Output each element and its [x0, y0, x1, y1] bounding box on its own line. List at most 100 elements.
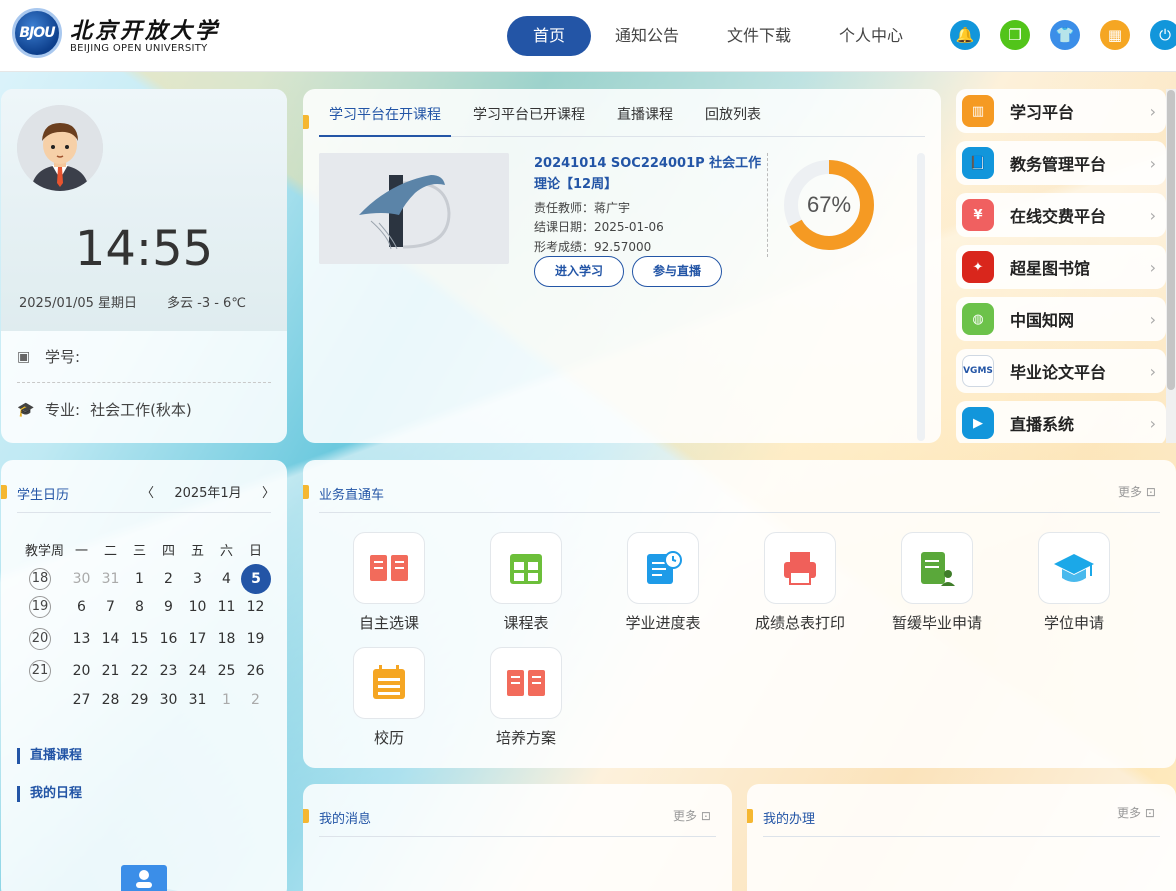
business-more-link[interactable]: 更多 ⊡: [1118, 483, 1156, 500]
calendar-day[interactable]: 16: [154, 631, 183, 647]
calendar-day[interactable]: 19: [241, 631, 270, 647]
id-card-icon: ▣: [17, 348, 31, 365]
service-tile[interactable]: 学业进度表: [603, 532, 723, 633]
calendar-day[interactable]: 30: [67, 571, 96, 587]
service-tile[interactable]: 暂缓毕业申请: [877, 532, 997, 633]
major-value: 社会工作(秋本): [90, 401, 192, 419]
calendar-day[interactable]: 13: [67, 631, 96, 647]
calendar-day[interactable]: 20: [67, 663, 96, 679]
platform-label: 超星图书馆: [1010, 259, 1091, 278]
teaching-week-number: 21: [29, 660, 51, 682]
calendar-month: 2025年1月: [174, 486, 242, 501]
enter-study-button[interactable]: 进入学习: [534, 256, 624, 287]
calendar-day[interactable]: 7: [96, 599, 125, 615]
calendar-day[interactable]: 6: [67, 599, 96, 615]
course-teacher: 责任教师：蒋广宇: [534, 201, 631, 215]
tab-opened-courses[interactable]: 学习平台已开课程: [463, 103, 595, 137]
calendar-weekday-header: 教学周: [25, 544, 65, 559]
service-tile[interactable]: 校历: [329, 647, 449, 748]
calendar-day[interactable]: 9: [154, 599, 183, 615]
calendar-day[interactable]: 28: [96, 692, 125, 708]
chaoxing-icon: ✦: [962, 251, 994, 283]
prev-month-icon[interactable]: 〈: [141, 482, 154, 501]
calendar-day[interactable]: 27: [67, 692, 96, 708]
calendar-day[interactable]: 10: [183, 599, 212, 615]
service-tile[interactable]: 课程表: [466, 532, 586, 633]
calendar-day[interactable]: 30: [154, 692, 183, 708]
calendar-day[interactable]: 3: [183, 571, 212, 587]
platform-item[interactable]: ◍ 中国知网 ›: [956, 297, 1166, 341]
teaching-week-number: 20: [29, 628, 51, 650]
tab-open-courses[interactable]: 学习平台在开课程: [319, 103, 451, 137]
nav-downloads[interactable]: 文件下载: [703, 16, 815, 56]
course-score: 形考成绩：92.57000: [534, 240, 652, 254]
nav-personal-center[interactable]: 个人中心: [815, 16, 927, 56]
calendar-day[interactable]: 1: [125, 571, 154, 587]
platform-scrollbar-thumb[interactable]: [1167, 90, 1175, 390]
nav-home[interactable]: 首页: [507, 16, 591, 56]
calendar-week-row: 20 13 14 15 16 17 18 19: [17, 628, 277, 650]
service-tile[interactable]: 学位申请: [1014, 532, 1134, 633]
join-live-button[interactable]: 参与直播: [632, 256, 722, 287]
platform-item[interactable]: ▶ 直播系统 ›: [956, 401, 1166, 443]
service-tile[interactable]: 成绩总表打印: [740, 532, 860, 633]
calendar-day-today[interactable]: 5: [241, 564, 271, 594]
calendar-day[interactable]: 1: [212, 692, 241, 708]
calendar-day[interactable]: 31: [183, 692, 212, 708]
qrcode-icon[interactable]: ▦: [1100, 20, 1130, 50]
copy-icon[interactable]: ❐: [1000, 20, 1030, 50]
university-logo[interactable]: BJOU 北京开放大学 BEIJING OPEN UNIVERSITY: [12, 8, 220, 58]
vgms-icon: VGMS: [962, 355, 994, 387]
next-month-icon[interactable]: 〉: [262, 482, 275, 501]
calendar-day[interactable]: 18: [212, 631, 241, 647]
calendar-day[interactable]: 4: [212, 571, 241, 587]
messages-more-link[interactable]: 更多 ⊡: [673, 807, 711, 824]
link-my-schedule[interactable]: 我的日程: [17, 786, 82, 802]
course-title[interactable]: 20241014 SOC224001P 社会工作理论【12周】: [534, 153, 766, 195]
calendar-day[interactable]: 26: [241, 663, 270, 679]
my-tasks-more-link[interactable]: 更多 ⊡: [1117, 804, 1155, 821]
avatar[interactable]: [17, 105, 103, 191]
link-live-courses[interactable]: 直播课程: [17, 748, 82, 764]
shirt-icon[interactable]: 👕: [1050, 20, 1080, 50]
chevron-right-icon: ›: [1149, 361, 1156, 381]
nav-notices[interactable]: 通知公告: [591, 16, 703, 56]
calendar-day[interactable]: 31: [96, 571, 125, 587]
student-calendar-card: 学生日历 〈 2025年1月 〉 教学周一二三四五六日 18 30 31 1 2 3 4 5 1…: [1, 460, 287, 891]
calendar-day[interactable]: 11: [212, 599, 241, 615]
book-icon: 📘: [962, 147, 994, 179]
power-icon[interactable]: ⏻: [1150, 20, 1176, 50]
platform-label: 学习平台: [1010, 103, 1075, 122]
platform-item[interactable]: ✦ 超星图书馆 ›: [956, 245, 1166, 289]
calendar-day[interactable]: 29: [125, 692, 154, 708]
calendar-day[interactable]: 21: [96, 663, 125, 679]
service-tile[interactable]: 培养方案: [466, 647, 586, 748]
calendar-day[interactable]: 14: [96, 631, 125, 647]
service-label: 校历: [373, 729, 404, 747]
calendar-day[interactable]: 8: [125, 599, 154, 615]
platform-item[interactable]: ▥ 学习平台 ›: [956, 89, 1166, 133]
calendar-day[interactable]: 17: [183, 631, 212, 647]
service-tile[interactable]: 自主选课: [329, 532, 449, 633]
calendar-day[interactable]: 22: [125, 663, 154, 679]
calendar-day[interactable]: 12: [241, 599, 270, 615]
clock-time: 14:55: [74, 221, 214, 277]
calendar-weekday-header: 日: [248, 544, 262, 559]
calendar-day[interactable]: 2: [154, 571, 183, 587]
my-tasks-card: 我的办理 更多 ⊡: [747, 784, 1176, 891]
bell-icon[interactable]: 🔔: [950, 20, 980, 50]
calendar-day[interactable]: 15: [125, 631, 154, 647]
service-label: 学位申请: [1043, 614, 1104, 632]
calendar-day[interactable]: 2: [241, 692, 270, 708]
course-scrollbar[interactable]: [917, 153, 925, 441]
platform-item[interactable]: VGMS 毕业论文平台 ›: [956, 349, 1166, 393]
calendar-day[interactable]: 25: [212, 663, 241, 679]
calendar-title: 学生日历: [17, 488, 70, 503]
tab-live-courses[interactable]: 直播课程: [607, 103, 683, 137]
tab-replay-list[interactable]: 回放列表: [695, 103, 771, 137]
calendar-day[interactable]: 24: [183, 663, 212, 679]
platform-item[interactable]: 📘 教务管理平台 ›: [956, 141, 1166, 185]
calendar-day[interactable]: 23: [154, 663, 183, 679]
platform-item[interactable]: ¥ 在线交费平台 ›: [956, 193, 1166, 237]
course-thumbnail[interactable]: [319, 153, 509, 264]
